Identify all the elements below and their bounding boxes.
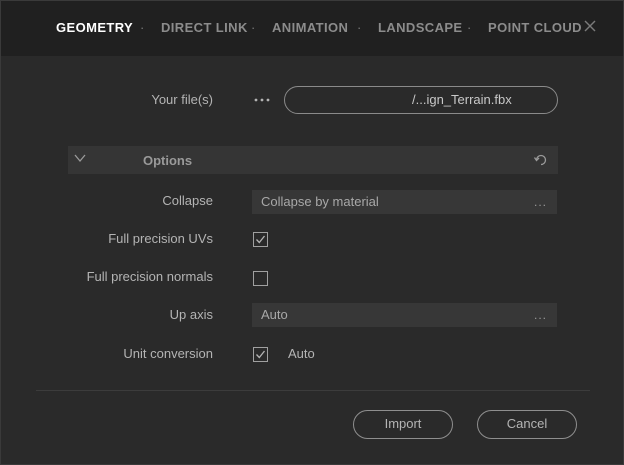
up-axis-dropdown[interactable]: Auto ...: [252, 303, 557, 327]
tab-geometry[interactable]: GEOMETRY: [56, 20, 133, 35]
unit-conversion-label: Unit conversion: [123, 346, 213, 361]
up-axis-label: Up axis: [169, 307, 213, 322]
collapse-dropdown[interactable]: Collapse by material ...: [252, 190, 557, 214]
chevron-down-icon: [74, 154, 86, 163]
tab-landscape[interactable]: LANDSCAPE: [378, 20, 463, 35]
full-precision-normals-label: Full precision normals: [86, 269, 213, 284]
unit-conversion-value: Auto: [288, 346, 315, 361]
tab-separator: ·: [251, 20, 256, 35]
import-button[interactable]: Import: [353, 410, 453, 439]
tab-direct-link[interactable]: DIRECT LINK: [161, 20, 248, 35]
full-precision-uvs-checkbox[interactable]: [253, 232, 268, 247]
collapse-label: Collapse: [162, 193, 213, 208]
more-options-icon: ...: [533, 308, 547, 322]
full-precision-uvs-label: Full precision UVs: [108, 231, 213, 246]
close-icon[interactable]: [580, 16, 600, 36]
tab-animation[interactable]: ANIMATION: [272, 20, 348, 35]
divider: [36, 390, 590, 391]
reset-icon[interactable]: [533, 152, 549, 168]
options-title: Options: [143, 153, 193, 168]
more-options-icon: ...: [533, 195, 547, 209]
tab-bar: GEOMETRY · DIRECT LINK · ANIMATION · LAN…: [1, 1, 623, 56]
checkmark-icon: [256, 235, 266, 244]
full-precision-normals-checkbox[interactable]: [253, 271, 268, 286]
tab-separator: ·: [357, 20, 362, 35]
import-dialog: GEOMETRY · DIRECT LINK · ANIMATION · LAN…: [0, 0, 624, 465]
options-section-header[interactable]: Options: [68, 146, 558, 174]
up-axis-value: Auto: [261, 307, 288, 322]
unit-conversion-checkbox[interactable]: [253, 347, 268, 362]
cancel-button[interactable]: Cancel: [477, 410, 577, 439]
checkmark-icon: [256, 350, 266, 359]
tab-separator: ·: [467, 20, 472, 35]
tab-separator: ·: [140, 20, 145, 35]
file-path-field[interactable]: /...ign_Terrain.fbx: [284, 86, 558, 114]
collapse-value: Collapse by material: [261, 194, 379, 209]
file-label: Your file(s): [151, 92, 213, 107]
tab-point-cloud[interactable]: POINT CLOUD: [488, 20, 582, 35]
ellipsis-icon[interactable]: [252, 91, 272, 109]
